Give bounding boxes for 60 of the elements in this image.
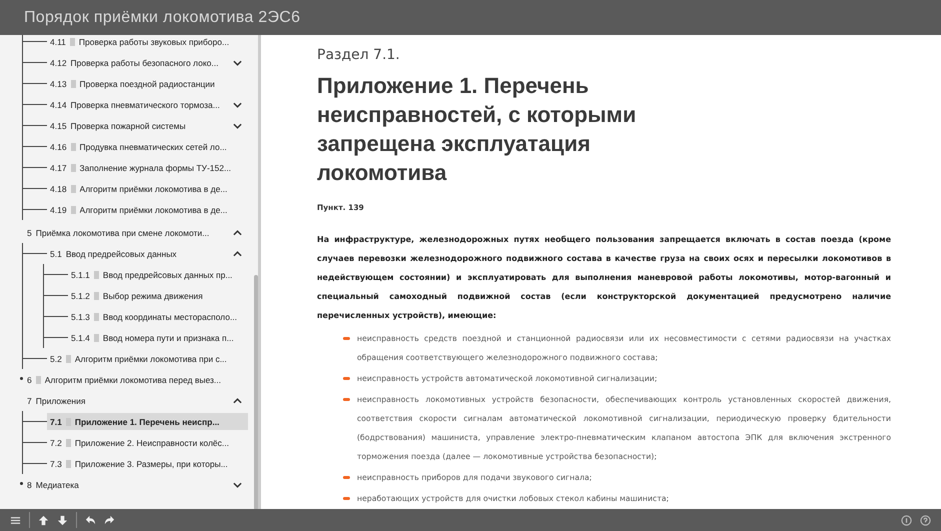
redo-icon[interactable] xyxy=(104,514,115,526)
page-heading: Приложение 1. Перечень неисправностей, с которыми запрещена эксплуатация локомотива xyxy=(317,72,638,187)
page-icon xyxy=(94,312,99,320)
chevron-icon xyxy=(233,230,242,236)
page-icon xyxy=(94,292,99,300)
page-icon xyxy=(66,460,71,468)
bullet-icon xyxy=(343,377,350,380)
scrollbar[interactable] xyxy=(254,275,258,509)
menu-icon[interactable] xyxy=(10,514,21,526)
page-icon xyxy=(94,334,99,342)
page-icon xyxy=(70,184,76,192)
tree-item[interactable]: 5.2 Алгоритм приёмки локомотива при с... xyxy=(47,350,248,367)
chevron-icon xyxy=(233,250,242,256)
tree-item[interactable]: 4.12 Проверка работы безопасного локо... xyxy=(47,54,248,71)
bullet-icon xyxy=(343,476,350,479)
bullet-icon xyxy=(343,337,350,340)
tree-item[interactable]: 4.17 Заполнение журнала формы ТУ-152... xyxy=(47,159,248,176)
bullet-icon xyxy=(343,398,350,401)
tree-item[interactable]: 5 Приёмка локомотива при смене локомоти... xyxy=(24,224,248,241)
page-icon xyxy=(70,206,76,214)
tree-item[interactable]: 7 Приложения xyxy=(24,392,248,409)
chevron-icon xyxy=(233,482,242,488)
arrow-down-icon[interactable] xyxy=(57,514,68,526)
bullet-icon xyxy=(343,497,350,500)
tree-item[interactable]: 4.14 Проверка пневматического тормоза... xyxy=(47,96,248,113)
tree-item[interactable]: 5.1.1 Ввод предрейсовых данных пр... xyxy=(68,266,248,283)
page-icon xyxy=(70,142,76,150)
chevron-icon xyxy=(233,60,242,66)
tree-item[interactable]: 5.1 Ввод предрейсовых данных xyxy=(47,245,248,262)
page-icon xyxy=(70,164,76,172)
info-icon[interactable] xyxy=(901,514,912,526)
chevron-icon xyxy=(233,398,242,404)
page-icon xyxy=(66,438,71,446)
tree-item[interactable]: 4.13 Проверка поездной радиостанции xyxy=(47,75,248,92)
tree-item[interactable]: 4.16 Продувка пневматических сетей ло... xyxy=(47,138,248,155)
intro-paragraph: На инфраструктуре, железнодорожных путях необщего пользования запрещается включать в состав поезда (кроме случаев перевозки железнодорожного подвижного состава в качестве груза на своих осях и пересылки локомотивов в недействующем состоянии) и эксплуатировать для выполнения маневровой работы локомотивы, мотор-вагонный и специальный самоходный подвижной состав (если конструкторской документацией предусмотрено наличие перечисленных устройств), имеющие: xyxy=(317,234,891,322)
chevron-icon xyxy=(233,102,242,108)
tree-item[interactable]: 7.2 Приложение 2. Неисправности колёс... xyxy=(47,434,248,451)
help-icon[interactable] xyxy=(920,514,931,526)
page-icon xyxy=(70,80,76,88)
tree-item[interactable]: 4.11 Проверка работы звуковых приборо... xyxy=(47,35,248,50)
tree-item[interactable]: 7.3 Приложение 3. Размеры, при которы... xyxy=(47,455,248,472)
window-title: Порядок приёмки локомотива 2ЭС6 xyxy=(24,8,300,26)
section-label: Раздел 7.1. xyxy=(317,47,401,63)
tree-item[interactable]: 4.18 Алгоритм приёмки локомотива в де... xyxy=(47,180,248,197)
page-icon xyxy=(36,376,41,384)
page-icon xyxy=(94,270,99,278)
tree-item[interactable]: 7.1 Приложение 1. Перечень неиспр... xyxy=(47,413,248,430)
tree-item[interactable]: 8 Медиатека xyxy=(24,476,248,493)
tree-item[interactable]: 5.1.3 Ввод координаты месторасполо... xyxy=(68,308,248,325)
tree-item[interactable]: 5.1.2 Выбор режима движения xyxy=(68,287,248,304)
tree-item[interactable]: 4.15 Проверка пожарной системы xyxy=(47,117,248,134)
chevron-icon xyxy=(233,122,242,128)
tree-item[interactable]: 6 Алгоритм приёмки локомотива перед выез... xyxy=(24,371,248,388)
page-icon xyxy=(66,354,71,362)
arrow-up-icon[interactable] xyxy=(38,514,49,526)
tree-item[interactable]: 5.1.4 Ввод номера пути и признака п... xyxy=(68,329,248,346)
tree-item[interactable]: 4.19 Алгоритм приёмки локомотива в де... xyxy=(47,201,248,218)
page-icon xyxy=(70,38,75,46)
undo-icon[interactable] xyxy=(85,514,96,526)
